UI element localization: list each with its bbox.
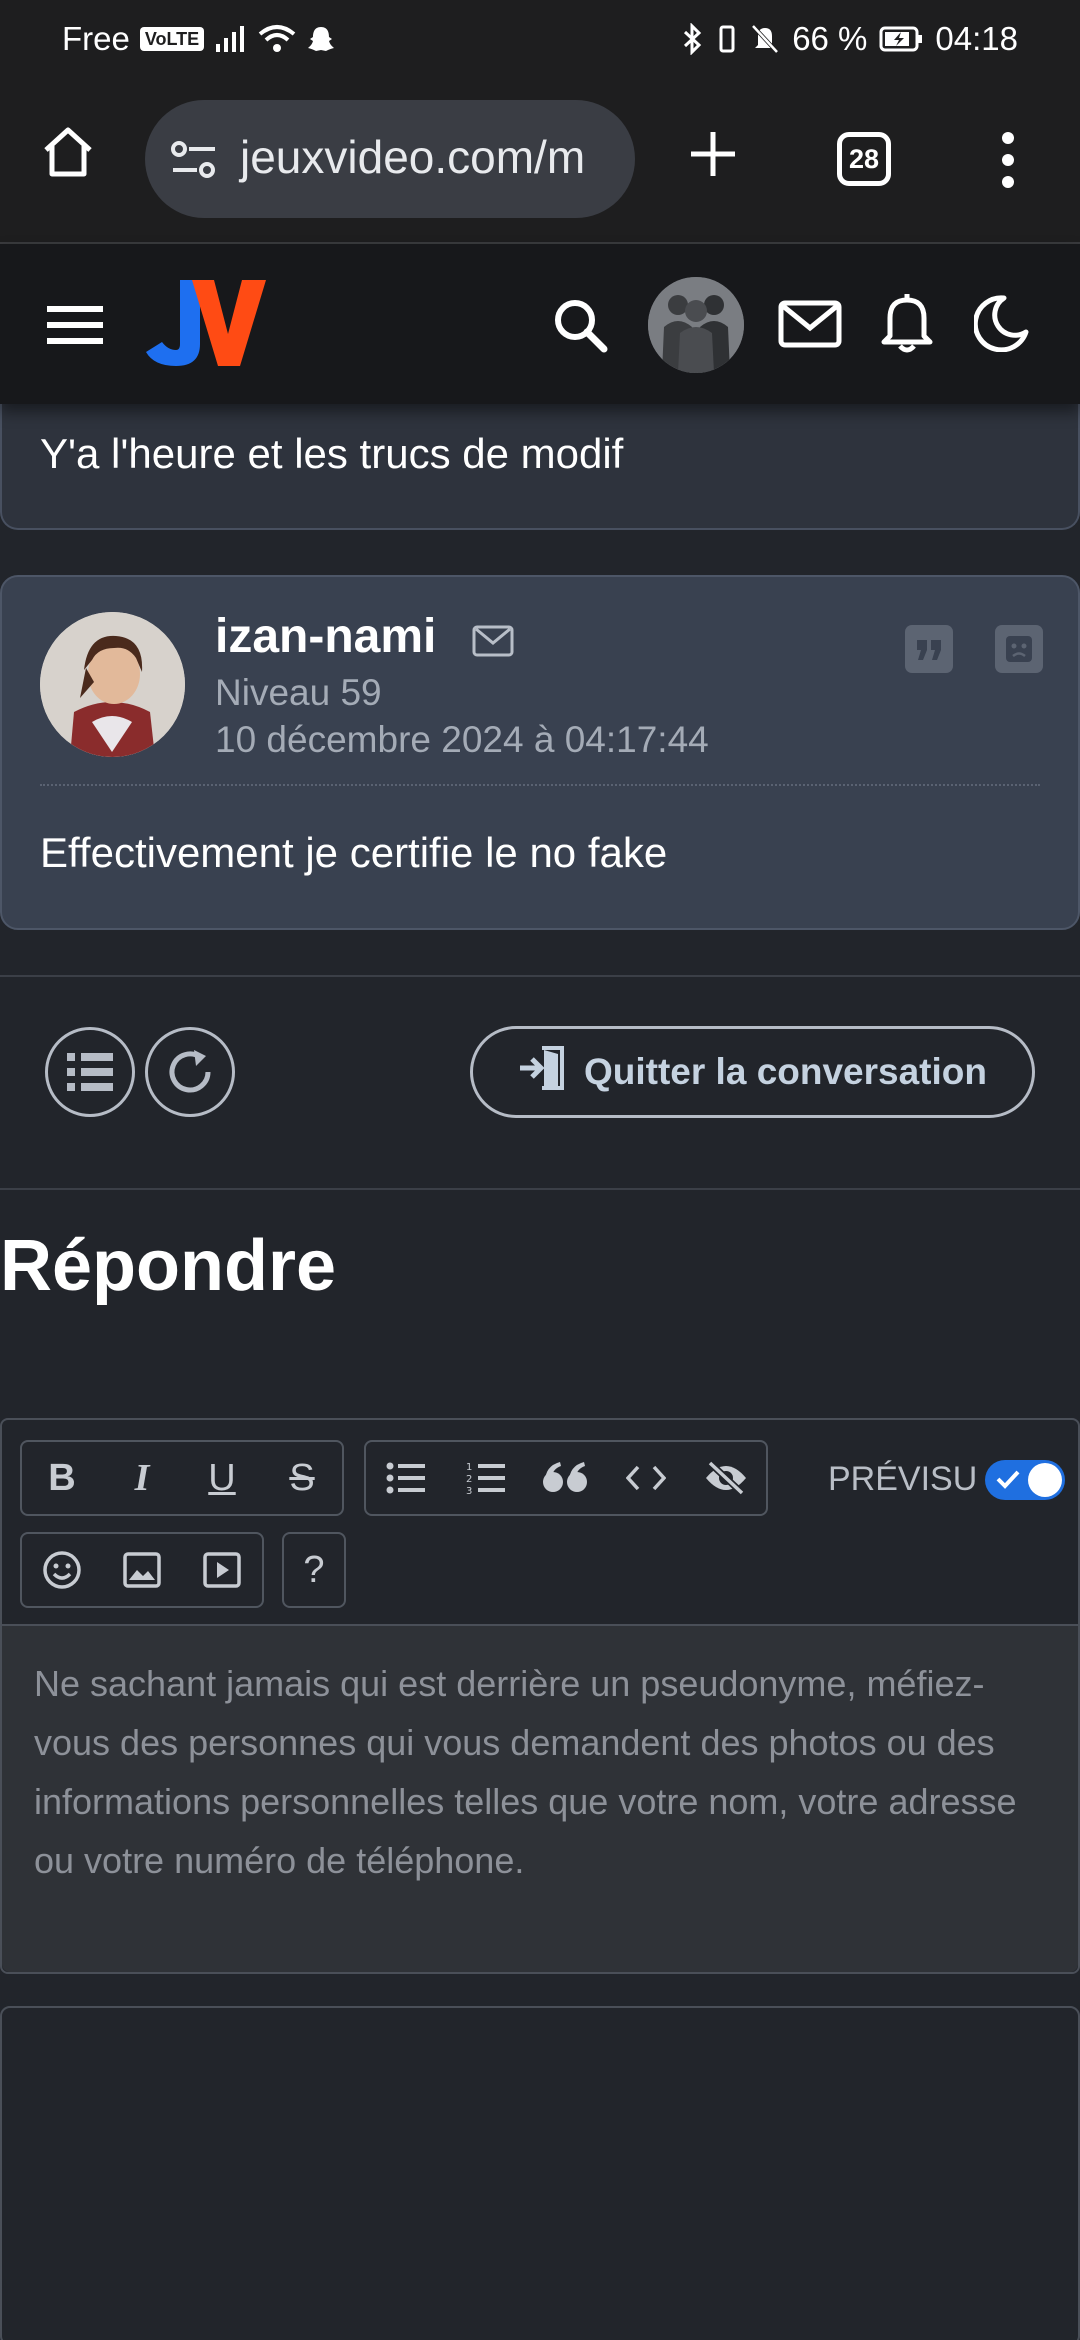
user-avatar[interactable] xyxy=(648,277,744,373)
bluetooth-icon xyxy=(682,23,704,55)
site-settings-icon[interactable] xyxy=(169,138,219,187)
post-author[interactable]: izan-nami xyxy=(215,609,436,664)
author-avatar[interactable] xyxy=(40,612,185,757)
italic-button[interactable]: I xyxy=(102,1442,182,1514)
quit-conversation-label: Quitter la conversation xyxy=(584,1051,987,1092)
tab-switcher-button[interactable]: 28 xyxy=(837,132,891,186)
more-menu-icon[interactable] xyxy=(1000,132,1016,193)
carrier-name: Free xyxy=(62,20,130,57)
refresh-icon xyxy=(169,1050,211,1093)
reply-textarea[interactable]: Ne sachant jamais qui est derrière un ps… xyxy=(2,1624,1078,1972)
hamburger-menu-icon[interactable] xyxy=(47,306,103,349)
battery-icon xyxy=(879,24,923,54)
smiley-icon[interactable] xyxy=(22,1534,102,1606)
mail-icon[interactable] xyxy=(778,300,842,353)
code-icon[interactable] xyxy=(606,1442,686,1514)
preview-toggle[interactable] xyxy=(985,1460,1065,1500)
vibrate-icon xyxy=(716,23,738,55)
reply-editor: B I U S 123 PRÉVISU ? Ne sachant jamais … xyxy=(0,1418,1080,1974)
reply-heading: Répondre xyxy=(0,1226,337,1306)
help-group: ? xyxy=(282,1532,346,1608)
video-icon[interactable] xyxy=(182,1534,262,1606)
message-author-icon[interactable] xyxy=(472,625,514,662)
status-bar: Free VoLTE 66 % 04:18 xyxy=(0,0,1080,80)
media-group xyxy=(20,1532,264,1608)
search-icon[interactable] xyxy=(551,296,609,359)
blockquote-icon[interactable] xyxy=(526,1442,606,1514)
bold-button[interactable]: B xyxy=(22,1442,102,1514)
author-level: Niveau 59 xyxy=(215,672,382,713)
underline-button[interactable]: U xyxy=(182,1442,262,1514)
svg-text:2: 2 xyxy=(466,1474,472,1485)
post-date: 10 décembre 2024 à 04:17:44 xyxy=(215,719,709,760)
volte-badge: VoLTE xyxy=(139,27,205,51)
dark-mode-moon-icon[interactable] xyxy=(972,294,1030,357)
exit-door-icon xyxy=(518,1044,566,1101)
mute-bell-icon xyxy=(750,23,780,55)
jv-logo[interactable] xyxy=(142,274,272,377)
topic-list-button[interactable] xyxy=(45,1027,135,1117)
post-separator xyxy=(40,784,1040,786)
url-text: jeuxvideo.com/m xyxy=(240,131,586,183)
signal-icon xyxy=(214,24,248,54)
help-button[interactable]: ? xyxy=(284,1534,344,1606)
browser-toolbar: jeuxvideo.com/m 28 xyxy=(0,80,1080,244)
home-icon[interactable] xyxy=(38,122,98,187)
strikethrough-button[interactable]: S xyxy=(262,1442,342,1514)
status-right: 66 % 04:18 xyxy=(682,20,1018,58)
divider xyxy=(0,1188,1080,1190)
quote-icon[interactable] xyxy=(905,625,953,673)
list-icon xyxy=(67,1053,113,1091)
divider xyxy=(0,975,1080,977)
snapchat-icon xyxy=(306,24,336,54)
site-header xyxy=(0,244,1080,404)
address-bar[interactable]: jeuxvideo.com/m xyxy=(145,100,635,218)
bullet-list-icon[interactable] xyxy=(366,1442,446,1514)
svg-text:1: 1 xyxy=(466,1462,472,1473)
new-tab-icon[interactable] xyxy=(687,128,739,185)
numbered-list-icon[interactable]: 123 xyxy=(446,1442,526,1514)
preview-label: PRÉVISU xyxy=(828,1460,978,1498)
battery-percent: 66 % xyxy=(792,20,868,57)
image-icon[interactable] xyxy=(102,1534,182,1606)
toggle-knob xyxy=(1028,1463,1062,1497)
report-sad-face-icon[interactable] xyxy=(995,625,1043,673)
previous-post-text: Y'a l'heure et les trucs de modif xyxy=(40,430,624,477)
wifi-icon xyxy=(258,24,296,54)
forum-post: izan-nami Niveau 59 10 décembre 2024 à 0… xyxy=(0,575,1080,930)
spoiler-eye-off-icon[interactable] xyxy=(686,1442,766,1514)
check-icon xyxy=(995,1467,1021,1496)
block-format-group: 123 xyxy=(364,1440,768,1516)
status-left: Free VoLTE xyxy=(62,20,336,58)
clock-time: 04:18 xyxy=(935,20,1018,57)
svg-text:3: 3 xyxy=(466,1486,472,1496)
text-format-group: B I U S xyxy=(20,1440,344,1516)
post-body: Effectivement je certifie le no fake xyxy=(40,829,668,876)
preview-area xyxy=(0,2006,1080,2340)
quit-conversation-button[interactable]: Quitter la conversation xyxy=(470,1026,1035,1118)
refresh-button[interactable] xyxy=(145,1027,235,1117)
notification-bell-icon[interactable] xyxy=(880,292,934,359)
